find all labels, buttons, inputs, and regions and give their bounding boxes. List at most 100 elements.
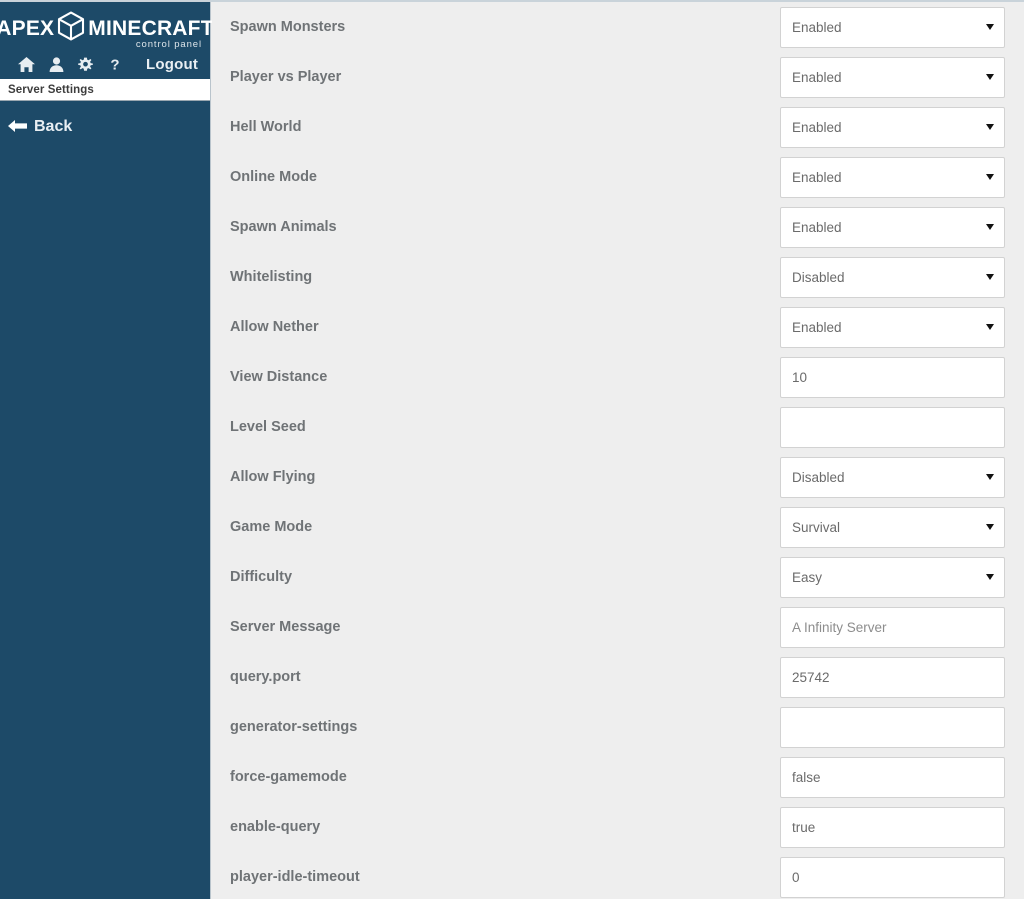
field-value-game-mode: Survival: [792, 519, 841, 535]
input-player-idle-timeout[interactable]: 0: [780, 856, 1005, 898]
field-value-query-port: 25742: [792, 669, 830, 685]
setting-field-wrap-spawn-monsters: Enabled: [780, 6, 1005, 48]
input-view-distance[interactable]: 10: [780, 356, 1005, 398]
chevron-down-icon: [986, 174, 994, 180]
setting-field-wrap-force-gamemode: false: [780, 756, 1005, 798]
select-online-mode[interactable]: Enabled: [780, 156, 1005, 198]
chevron-down-icon: [986, 474, 994, 480]
setting-field-wrap-allow-flying: Disabled: [780, 456, 1005, 498]
setting-row-generator-settings: generator-settings: [212, 702, 1024, 752]
input-level-seed[interactable]: [780, 406, 1005, 448]
input-generator-settings[interactable]: [780, 706, 1005, 748]
setting-row-hell-world: Hell World Enabled: [212, 102, 1024, 152]
setting-field-wrap-server-message: A Infinity Server: [780, 606, 1005, 648]
apex-minecraft-control-panel: APEX MINECRAFT control panel ? Logout Se…: [0, 0, 1024, 899]
back-label: Back: [34, 118, 73, 135]
setting-row-enable-query: enable-query true: [212, 802, 1024, 852]
field-value-allow-nether: Enabled: [792, 319, 842, 335]
select-allow-flying[interactable]: Disabled: [780, 456, 1005, 498]
logout-button[interactable]: Logout: [146, 56, 198, 73]
home-icon[interactable]: [12, 56, 42, 72]
setting-field-wrap-game-mode: Survival: [780, 506, 1005, 548]
input-query-port[interactable]: 25742: [780, 656, 1005, 698]
setting-row-online-mode: Online Mode Enabled: [212, 152, 1024, 202]
sidebar: APEX MINECRAFT control panel ? Logout Se…: [0, 2, 214, 899]
select-spawn-monsters[interactable]: Enabled: [780, 6, 1005, 48]
setting-row-game-mode: Game Mode Survival: [212, 502, 1024, 552]
setting-field-wrap-player-idle-timeout: 0: [780, 856, 1005, 898]
setting-row-player-idle-timeout: player-idle-timeout 0: [212, 852, 1024, 899]
select-spawn-animals[interactable]: Enabled: [780, 206, 1005, 248]
field-value-enable-query: true: [792, 819, 816, 835]
setting-row-view-distance: View Distance 10: [212, 352, 1024, 402]
setting-field-wrap-whitelisting: Disabled: [780, 256, 1005, 298]
chevron-down-icon: [986, 324, 994, 330]
help-icon[interactable]: ?: [101, 56, 131, 73]
setting-label-player-idle-timeout: player-idle-timeout: [230, 869, 360, 885]
field-value-view-distance: 10: [792, 369, 808, 385]
field-value-whitelisting: Disabled: [792, 269, 845, 285]
setting-row-spawn-animals: Spawn Animals Enabled: [212, 202, 1024, 252]
setting-row-whitelisting: Whitelisting Disabled: [212, 252, 1024, 302]
brand-subtitle: control panel: [135, 39, 202, 50]
field-value-spawn-animals: Enabled: [792, 219, 842, 235]
setting-label-whitelisting: Whitelisting: [230, 269, 313, 285]
select-player-vs-player[interactable]: Enabled: [780, 56, 1005, 98]
chevron-down-icon: [986, 224, 994, 230]
setting-row-spawn-monsters: Spawn Monsters Enabled: [212, 2, 1024, 52]
setting-label-generator-settings: generator-settings: [230, 719, 358, 735]
field-value-server-message: A Infinity Server: [792, 619, 887, 635]
user-icon[interactable]: [42, 56, 72, 72]
setting-label-allow-nether: Allow Nether: [230, 319, 319, 335]
setting-row-allow-nether: Allow Nether Enabled: [212, 302, 1024, 352]
input-server-message[interactable]: A Infinity Server: [780, 606, 1005, 648]
select-game-mode[interactable]: Survival: [780, 506, 1005, 548]
setting-label-spawn-monsters: Spawn Monsters: [230, 19, 346, 35]
chevron-down-icon: [986, 274, 994, 280]
setting-label-query-port: query.port: [230, 669, 301, 685]
select-whitelisting[interactable]: Disabled: [780, 256, 1005, 298]
tab-server-settings[interactable]: Server Settings: [0, 84, 94, 96]
setting-label-level-seed: Level Seed: [230, 419, 306, 435]
setting-field-wrap-online-mode: Enabled: [780, 156, 1005, 198]
brand-logo[interactable]: APEX MINECRAFT control panel: [0, 2, 214, 50]
arrow-left-icon: [8, 119, 27, 136]
breadcrumb-tabbar: Server Settings: [0, 79, 210, 101]
setting-field-wrap-allow-nether: Enabled: [780, 306, 1005, 348]
setting-field-wrap-player-vs-player: Enabled: [780, 56, 1005, 98]
setting-field-wrap-hell-world: Enabled: [780, 106, 1005, 148]
nav-icon-bar: ? Logout: [0, 49, 210, 79]
select-allow-nether[interactable]: Enabled: [780, 306, 1005, 348]
chevron-down-icon: [986, 524, 994, 530]
setting-row-player-vs-player: Player vs Player Enabled: [212, 52, 1024, 102]
select-hell-world[interactable]: Enabled: [780, 106, 1005, 148]
setting-row-server-message: Server Message A Infinity Server: [212, 602, 1024, 652]
setting-row-force-gamemode: force-gamemode false: [212, 752, 1024, 802]
setting-label-server-message: Server Message: [230, 619, 341, 635]
setting-field-wrap-level-seed: [780, 406, 1005, 448]
field-value-force-gamemode: false: [792, 769, 821, 785]
setting-row-query-port: query.port 25742: [212, 652, 1024, 702]
field-value-online-mode: Enabled: [792, 169, 842, 185]
gear-icon[interactable]: [71, 57, 101, 72]
back-button[interactable]: Back: [0, 101, 210, 141]
chevron-down-icon: [986, 74, 994, 80]
setting-label-enable-query: enable-query: [230, 819, 321, 835]
setting-field-wrap-spawn-animals: Enabled: [780, 206, 1005, 248]
setting-field-wrap-difficulty: Easy: [780, 556, 1005, 598]
setting-row-allow-flying: Allow Flying Disabled: [212, 452, 1024, 502]
setting-label-player-vs-player: Player vs Player: [230, 69, 342, 85]
chevron-down-icon: [986, 574, 994, 580]
setting-label-force-gamemode: force-gamemode: [230, 769, 347, 785]
setting-label-game-mode: Game Mode: [230, 519, 313, 535]
chevron-down-icon: [986, 124, 994, 130]
field-value-spawn-monsters: Enabled: [792, 19, 842, 35]
setting-label-spawn-animals: Spawn Animals: [230, 219, 337, 235]
setting-label-online-mode: Online Mode: [230, 169, 317, 185]
input-enable-query[interactable]: true: [780, 806, 1005, 848]
input-force-gamemode[interactable]: false: [780, 756, 1005, 798]
setting-field-wrap-enable-query: true: [780, 806, 1005, 848]
select-difficulty[interactable]: Easy: [780, 556, 1005, 598]
settings-list: Spawn Monsters Enabled Player vs Player Ena…: [212, 2, 1024, 899]
cube-icon: [56, 10, 86, 47]
